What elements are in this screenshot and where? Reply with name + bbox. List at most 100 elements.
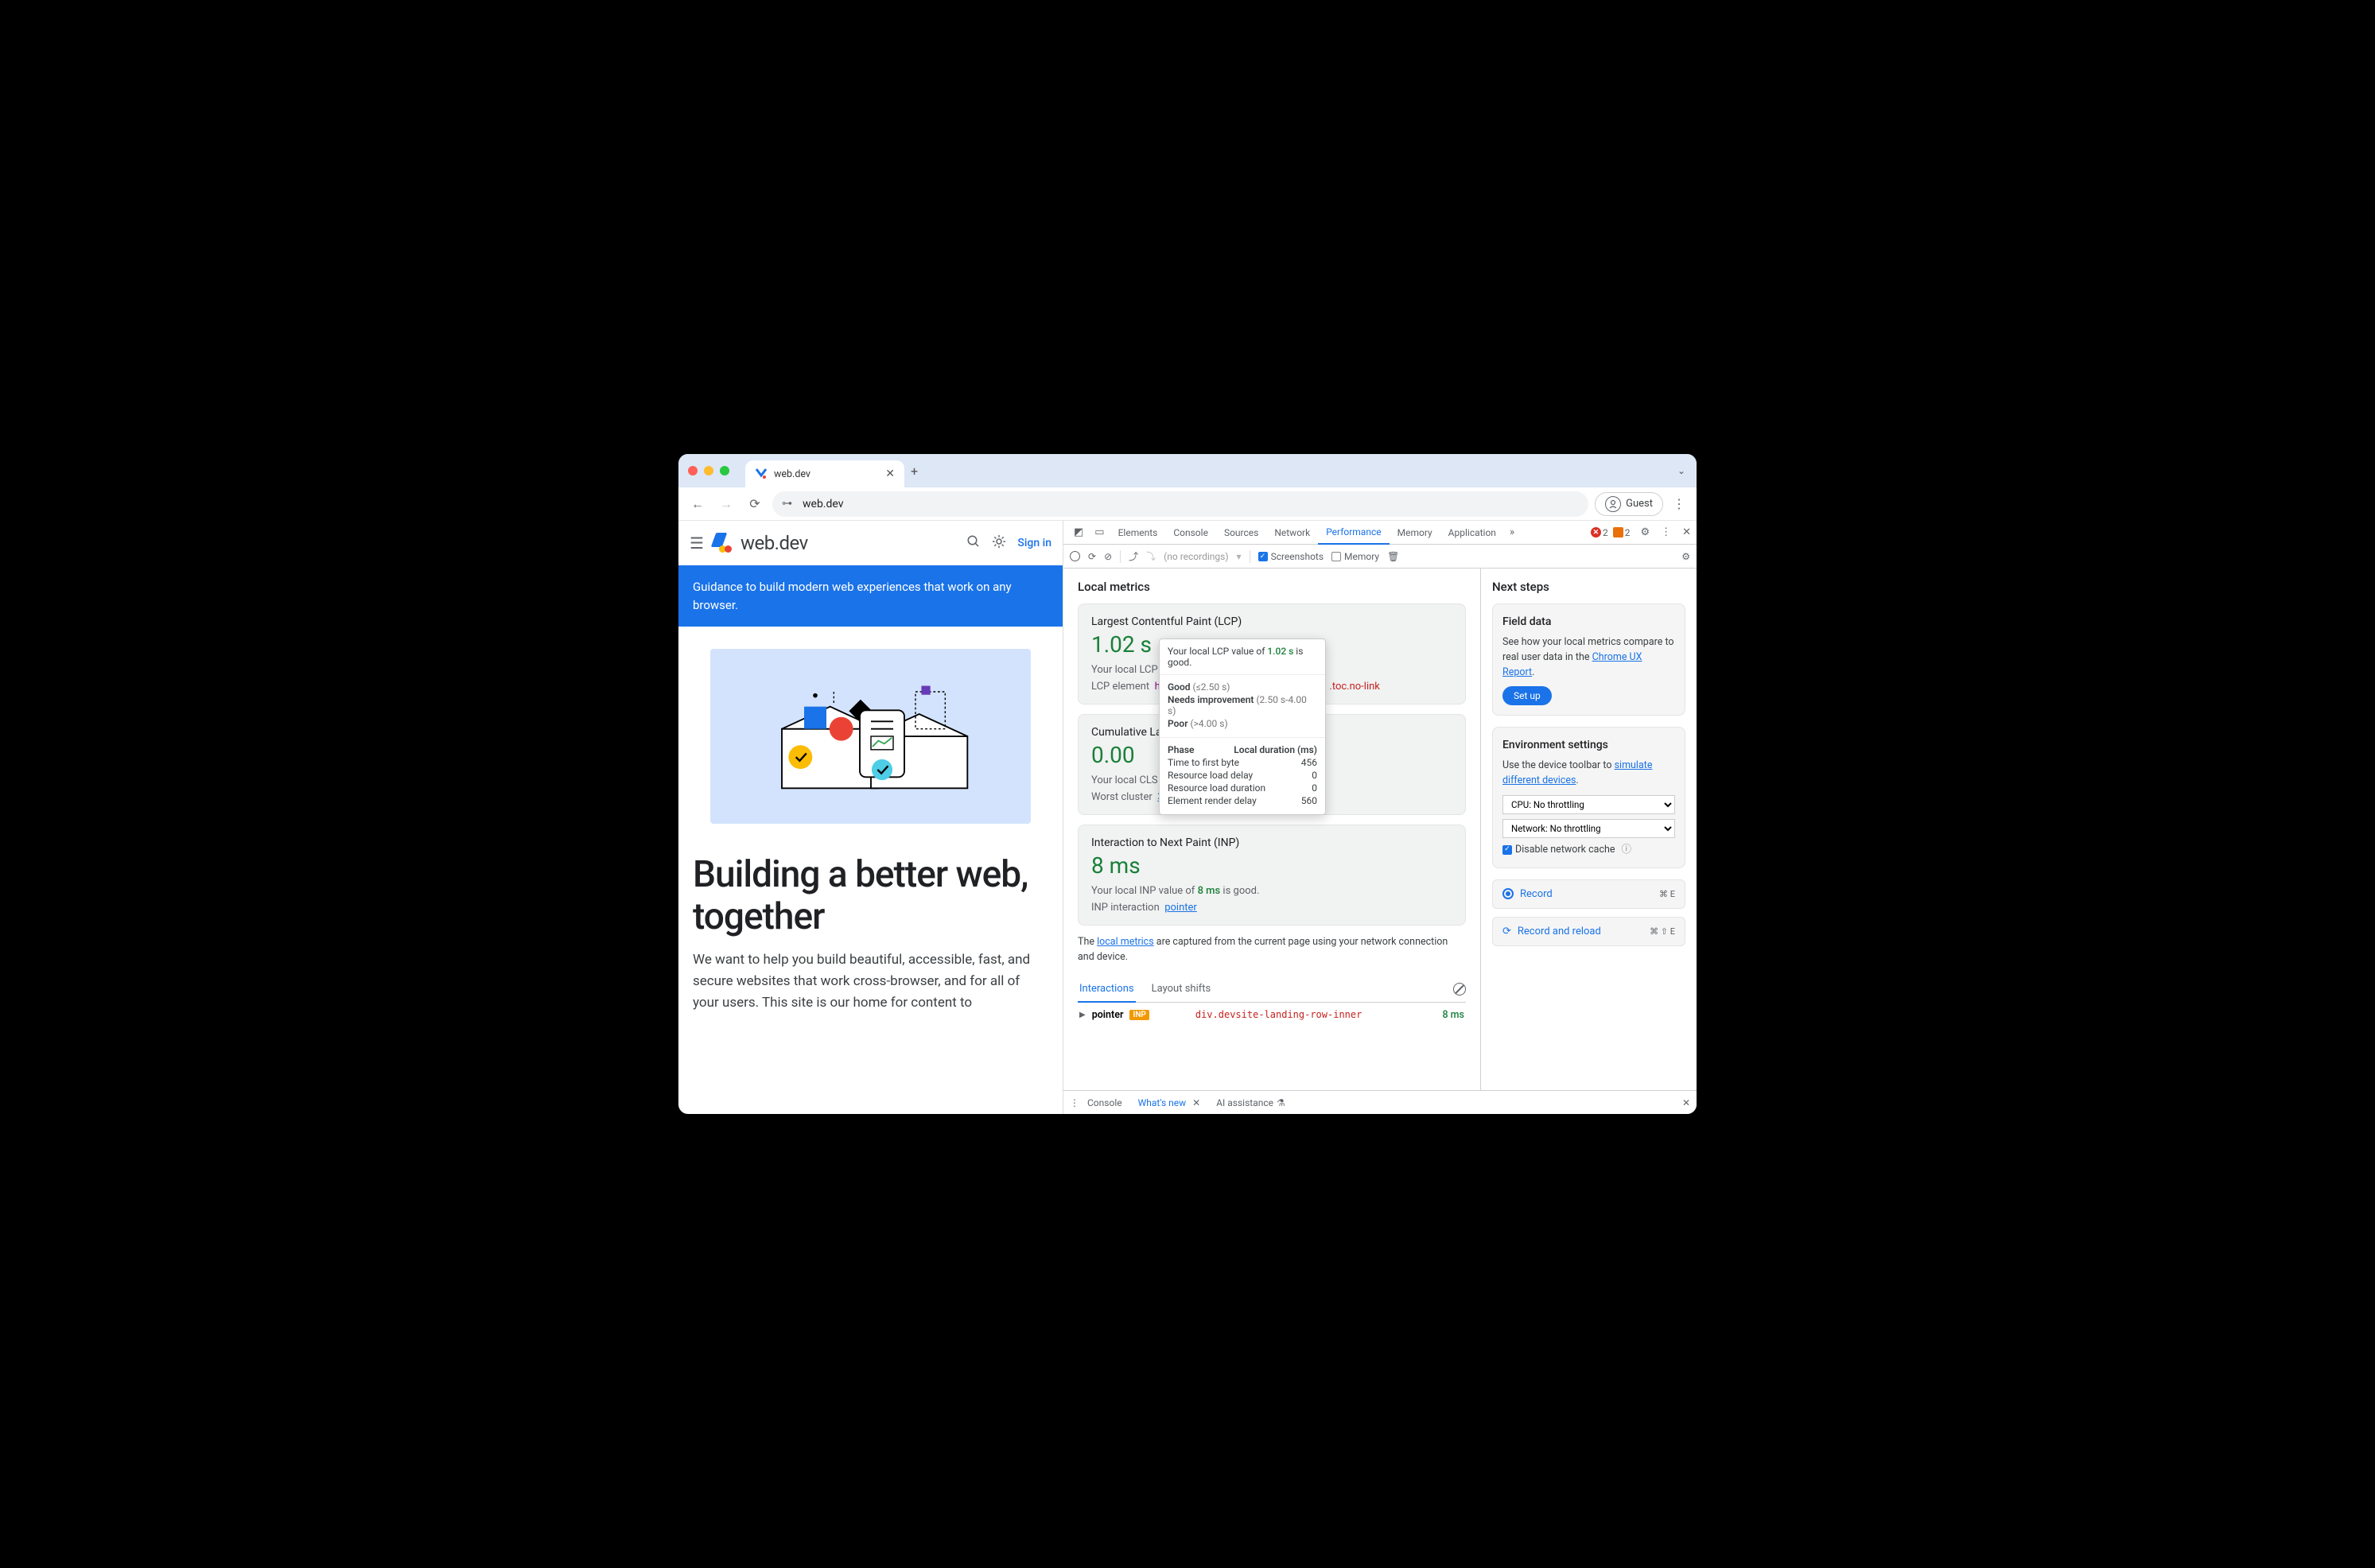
inp-note: Your local INP value of 8 ms is good. [1091,885,1452,897]
search-icon[interactable] [966,534,981,553]
inp-card: Interaction to Next Paint (INP) 8 ms You… [1078,825,1466,926]
env-title: Environment settings [1502,737,1675,754]
close-whatsnew-icon: ✕ [1192,1097,1200,1108]
reload-icon: ⟳ [1502,926,1511,937]
devtools-tabbar: ◩ ▭ Elements Console Sources Network Per… [1063,521,1697,545]
tab-memory[interactable]: Memory [1390,521,1440,544]
inspect-icon[interactable]: ◩ [1068,526,1089,538]
perf-settings-icon[interactable]: ⚙ [1681,551,1690,562]
drawer-tab-console[interactable]: Console [1079,1091,1130,1114]
next-steps-title: Next steps [1492,580,1685,594]
field-data-card: Field data See how your local metrics co… [1492,604,1685,716]
tab-performance[interactable]: Performance [1318,522,1389,545]
tab-console[interactable]: Console [1165,521,1216,544]
record-reload-row[interactable]: ⟳ Record and reload ⌘ ⇧ E [1492,917,1685,946]
tabs-overflow-icon[interactable]: » [1504,526,1520,538]
inp-pointer-link[interactable]: pointer [1164,902,1197,914]
inp-interaction: INP interaction pointer [1091,902,1452,914]
interaction-element: div.devsite-landing-row-inner [1195,1009,1362,1020]
reload-record-icon[interactable]: ⟳ [1088,551,1096,562]
issues-badge[interactable]: 2 [1613,527,1631,538]
device-toolbar-icon[interactable]: ▭ [1089,526,1110,538]
page-lead: We want to help you build beautiful, acc… [678,938,1063,1026]
devtools-panel: ◩ ▭ Elements Console Sources Network Per… [1063,521,1697,1114]
tab-sources[interactable]: Sources [1216,521,1266,544]
local-metrics-link[interactable]: local metrics [1097,936,1154,948]
close-window-button[interactable] [688,466,698,475]
guest-avatar-icon [1605,496,1621,512]
traffic-lights [688,466,729,475]
record-row[interactable]: Record ⌘ E [1492,879,1685,909]
forward-button[interactable]: → [715,493,737,515]
close-drawer-icon[interactable]: ✕ [1682,1097,1690,1108]
reload-button[interactable]: ⟳ [744,493,766,515]
clear-icon[interactable]: ⊘ [1104,551,1112,562]
page-heading: Building a better web, together [678,846,1063,938]
website-pane: ☰ web.dev Sign in Guidance to build mode… [678,521,1063,1114]
tab-elements[interactable]: Elements [1110,521,1166,544]
drawer-menu-icon[interactable]: ⋮ [1070,1097,1079,1108]
screenshots-checkbox[interactable]: ✓Screenshots [1258,551,1324,562]
field-data-title: Field data [1502,614,1675,631]
theme-toggle-icon[interactable] [992,534,1006,553]
inp-name: Interaction to Next Paint (INP) [1091,836,1452,849]
performance-main: Local metrics Largest Contentful Paint (… [1063,569,1480,1090]
expand-icon[interactable]: ▶ [1079,1011,1086,1019]
devtools-drawer: ⋮ Console What's new ✕ AI assistance ⚗ ✕ [1063,1090,1697,1114]
drawer-tab-whatsnew[interactable]: What's new ✕ [1130,1091,1209,1114]
url-text: web.dev [803,498,844,510]
tab-network[interactable]: Network [1266,521,1318,544]
hamburger-icon[interactable]: ☰ [690,534,704,553]
upload-icon[interactable]: ⤴ [1129,549,1138,563]
profile-button[interactable]: Guest [1595,492,1663,516]
favicon-icon [755,468,768,480]
disable-cache-checkbox[interactable]: ✓Disable network cache ⓘ [1502,843,1675,858]
subtabs: Interactions Layout shifts [1078,976,1466,1003]
interaction-row[interactable]: ▶ pointer INP div.devsite-landing-row-in… [1078,1003,1466,1027]
drawer-tab-ai[interactable]: AI assistance ⚗ [1208,1091,1293,1114]
guest-label: Guest [1626,498,1653,510]
network-throttle-select[interactable]: Network: No throttling [1502,819,1675,838]
settings-icon[interactable]: ⚙ [1635,526,1655,538]
environment-card: Environment settings Use the device tool… [1492,727,1685,867]
site-info-icon[interactable]: ⊶ [782,498,795,510]
minimize-window-button[interactable] [704,466,713,475]
omnibox[interactable]: ⊶ web.dev [772,491,1588,517]
sign-in-link[interactable]: Sign in [1017,537,1051,549]
inp-badge: INP [1129,1010,1149,1020]
brand[interactable]: web.dev [713,532,808,554]
clear-interactions-icon[interactable] [1453,983,1466,996]
setup-button[interactable]: Set up [1502,686,1552,705]
new-tab-button[interactable]: + [911,464,918,479]
errors-badge[interactable]: ✕2 [1591,527,1608,538]
brand-logo-icon [713,533,734,553]
download-icon[interactable]: ⤵ [1146,549,1156,563]
subtab-layout-shifts[interactable]: Layout shifts [1150,976,1213,1001]
brand-text: web.dev [740,532,808,554]
record-dot-icon [1502,888,1514,899]
tooltip-header: Your local LCP value of 1.02 s is good. [1160,639,1325,675]
close-devtools-icon[interactable]: ✕ [1677,526,1697,538]
record-button[interactable] [1070,551,1080,561]
subtab-interactions[interactable]: Interactions [1078,976,1136,1003]
banner: Guidance to build modern web experiences… [678,565,1063,627]
browser-menu-icon[interactable]: ⋮ [1669,496,1689,511]
interaction-time: 8 ms [1442,1009,1464,1021]
close-tab-icon[interactable]: ✕ [885,468,895,480]
tooltip-phases: PhaseLocal duration (ms) Time to first b… [1160,738,1325,814]
memory-checkbox[interactable]: Memory [1331,551,1379,562]
devtools-menu-icon[interactable]: ⋮ [1655,526,1677,538]
cpu-throttle-select[interactable]: CPU: No throttling [1502,795,1675,814]
inp-value: 8 ms [1091,852,1452,879]
lcp-tooltip: Your local LCP value of 1.02 s is good. … [1159,638,1326,815]
recordings-select[interactable]: (no recordings) [1164,551,1228,562]
tab-overflow-icon[interactable]: ⌄ [1677,465,1685,476]
maximize-window-button[interactable] [720,466,729,475]
performance-toolbar: ⟳ ⊘ ⤴ ⤵ (no recordings) ▾ ✓Screenshots M… [1063,545,1697,569]
back-button[interactable]: ← [686,493,709,515]
browser-tab[interactable]: web.dev ✕ [745,460,904,487]
tab-application[interactable]: Application [1440,521,1504,544]
gc-icon[interactable]: 🗑 [1387,551,1399,562]
tab-title: web.dev [774,468,810,480]
next-steps-panel: Next steps Field data See how your local… [1480,569,1697,1090]
